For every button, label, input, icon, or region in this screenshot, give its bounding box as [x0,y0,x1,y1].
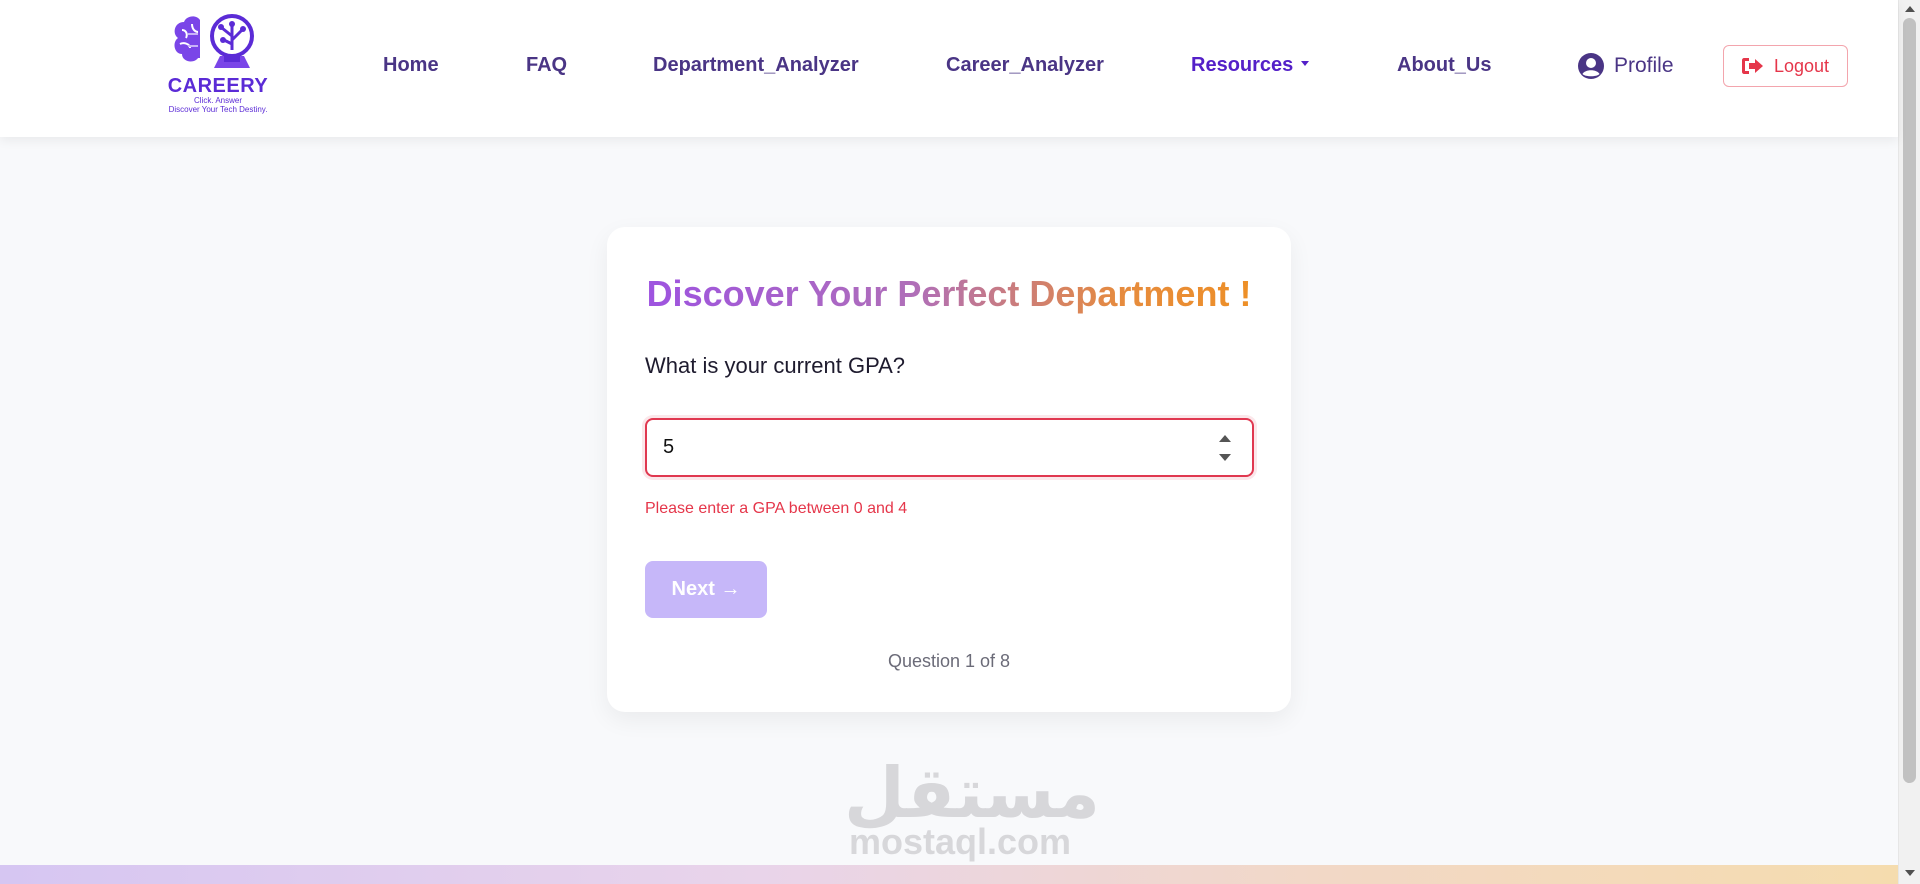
logout-label: Logout [1773,55,1830,76]
logout-button[interactable]: Logout [1723,45,1848,87]
watermark-latin: mostaql.com [848,821,1072,862]
stepper-up-icon[interactable] [1219,435,1231,442]
watermark-arabic: مستقل [844,754,1101,832]
logo-tagline-secondary: Discover Your Tech Destiny. [168,105,268,114]
caret-down-icon [1301,61,1310,67]
question-label: What is your current GPA? [645,353,906,378]
brain-lightbulb-icon [174,14,254,68]
question-progress: Question 1 of 8 [887,651,1011,671]
number-stepper[interactable] [1218,435,1232,461]
watermark: مستقل mostaql.com [844,754,1101,862]
logo[interactable]: CAREERY Click. Answer Discover Your Tech… [158,12,278,118]
scroll-up-arrow-icon[interactable] [1905,6,1915,12]
nav-resources-dropdown[interactable]: Resources [1191,54,1310,77]
page-title: Discover Your Perfect Department ! [607,273,1291,315]
user-circle-icon [1578,53,1604,79]
logo-name: CAREERY [167,75,269,97]
stepper-down-icon[interactable] [1219,454,1231,461]
next-button[interactable]: Next → [645,561,767,618]
scroll-down-arrow-icon[interactable] [1905,870,1915,876]
nav-career-analyzer[interactable]: Career_Analyzer [946,54,1104,77]
navbar: CAREERY Click. Answer Discover Your Tech… [0,0,1898,137]
gpa-input[interactable] [645,418,1254,477]
validation-error: Please enter a GPA between 0 and 4 [645,500,908,517]
logo-tagline: Click. Answer [193,96,242,105]
nav-home[interactable]: Home [383,54,439,77]
nav-resources-label: Resources [1191,54,1294,76]
nav-department-analyzer[interactable]: Department_Analyzer [653,54,859,77]
sign-out-icon [1741,58,1763,74]
profile-label: Profile [1614,54,1674,77]
profile-link[interactable]: Profile [1578,52,1674,80]
question-card: Discover Your Perfect Department ! What … [607,227,1291,712]
footer-gradient-bar [0,865,1898,884]
scrollbar-thumb[interactable] [1903,18,1916,783]
nav-faq[interactable]: FAQ [526,54,567,77]
page-scrollbar[interactable] [1898,0,1920,884]
nav-about-us[interactable]: About_Us [1397,54,1491,77]
